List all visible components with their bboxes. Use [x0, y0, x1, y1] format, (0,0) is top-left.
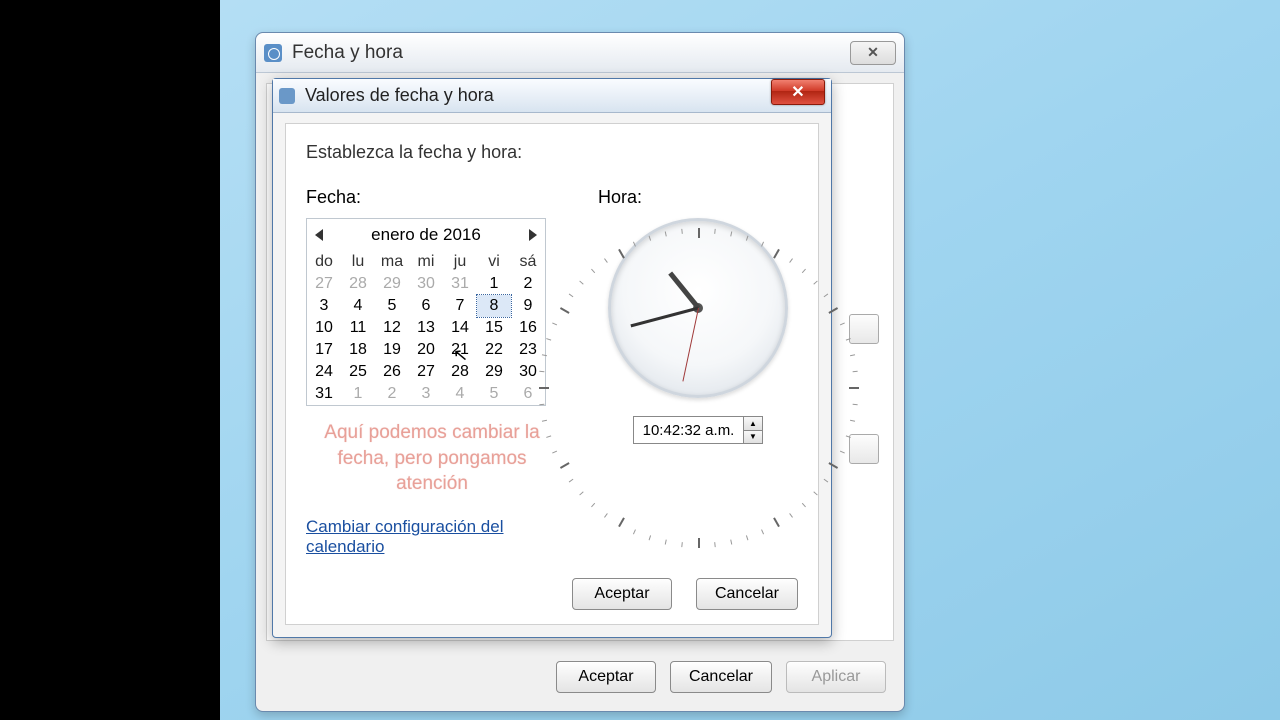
- calendar-day[interactable]: 2: [375, 383, 409, 405]
- ok-button[interactable]: Aceptar: [572, 578, 672, 610]
- calendar-settings-link[interactable]: Cambiar configuración del calendario: [306, 517, 558, 557]
- calendar-day[interactable]: 21: [443, 339, 477, 361]
- calendar-day[interactable]: 10: [307, 317, 341, 339]
- calendar-day[interactable]: 26: [375, 361, 409, 383]
- calendar-day[interactable]: 27: [409, 361, 443, 383]
- ok-button[interactable]: Aceptar: [556, 661, 656, 693]
- calendar-day[interactable]: 24: [307, 361, 341, 383]
- calendar-day[interactable]: 4: [443, 383, 477, 405]
- calendar-day[interactable]: 30: [511, 361, 545, 383]
- time-label: Hora:: [598, 187, 798, 208]
- weekday-header: sá: [511, 251, 545, 273]
- hour-hand: [668, 271, 700, 309]
- calendar-day[interactable]: 16: [511, 317, 545, 339]
- annotation-text: Aquí podemos cambiar la fecha, pero pong…: [306, 420, 558, 497]
- letterbox-strip: [0, 0, 220, 720]
- child-body: Establezca la fecha y hora: Fecha: enero…: [285, 123, 819, 625]
- month-label[interactable]: enero de 2016: [371, 225, 481, 245]
- calendar-day[interactable]: 6: [409, 295, 443, 317]
- calendar-day[interactable]: 25: [341, 361, 375, 383]
- weekday-header: ju: [443, 251, 477, 273]
- clock-icon: [264, 44, 282, 62]
- calendar-day[interactable]: 3: [307, 295, 341, 317]
- calendar-day[interactable]: 28: [443, 361, 477, 383]
- calendar: enero de 2016 dolumamijuvisá 27282930311…: [306, 218, 546, 406]
- calendar-day[interactable]: 4: [341, 295, 375, 317]
- clock-icon: [279, 88, 295, 104]
- calendar-day[interactable]: 11: [341, 317, 375, 339]
- calendar-day[interactable]: 28: [341, 273, 375, 295]
- prev-month-button[interactable]: [315, 229, 323, 241]
- calendar-day[interactable]: 29: [375, 273, 409, 295]
- side-button-1[interactable]: [849, 314, 879, 344]
- calendar-day[interactable]: 17: [307, 339, 341, 361]
- weekday-header: vi: [477, 251, 511, 273]
- apply-button[interactable]: Aplicar: [786, 661, 886, 693]
- weekday-header: mi: [409, 251, 443, 273]
- second-hand: [682, 308, 699, 382]
- analog-clock: [608, 218, 788, 398]
- calendar-day[interactable]: 7: [443, 295, 477, 317]
- calendar-day[interactable]: 23: [511, 339, 545, 361]
- close-button[interactable]: ✕: [850, 41, 896, 65]
- calendar-day[interactable]: 27: [307, 273, 341, 295]
- calendar-day[interactable]: 13: [409, 317, 443, 339]
- time-input[interactable]: [633, 416, 743, 444]
- calendar-day[interactable]: 14: [443, 317, 477, 339]
- cancel-button[interactable]: Cancelar: [670, 661, 772, 693]
- calendar-day[interactable]: 1: [477, 273, 511, 295]
- calendar-day[interactable]: 29: [477, 361, 511, 383]
- calendar-day[interactable]: 18: [341, 339, 375, 361]
- parent-titlebar: Fecha y hora ✕: [256, 33, 904, 73]
- next-month-button[interactable]: [529, 229, 537, 241]
- calendar-day[interactable]: 20: [409, 339, 443, 361]
- date-label: Fecha:: [306, 187, 558, 208]
- weekday-header: ma: [375, 251, 409, 273]
- minute-hand: [630, 307, 698, 328]
- calendar-day[interactable]: 30: [409, 273, 443, 295]
- spinner-up[interactable]: ▲: [744, 417, 762, 431]
- time-spinner[interactable]: ▲ ▼: [743, 416, 763, 444]
- calendar-day[interactable]: 19: [375, 339, 409, 361]
- calendar-day[interactable]: 8: [477, 295, 511, 317]
- calendar-day[interactable]: 5: [375, 295, 409, 317]
- weekday-header: lu: [341, 251, 375, 273]
- calendar-day[interactable]: 15: [477, 317, 511, 339]
- parent-title: Fecha y hora: [292, 42, 403, 64]
- calendar-day[interactable]: 5: [477, 383, 511, 405]
- calendar-day[interactable]: 31: [443, 273, 477, 295]
- close-button[interactable]: ✕: [771, 79, 825, 105]
- instruction-text: Establezca la fecha y hora:: [306, 142, 798, 163]
- side-button-2[interactable]: [849, 434, 879, 464]
- child-titlebar: Valores de fecha y hora ✕: [273, 79, 831, 113]
- calendar-grid: dolumamijuvisá 2728293031123456789101112…: [307, 251, 545, 405]
- calendar-day[interactable]: 31: [307, 383, 341, 405]
- spinner-down[interactable]: ▼: [744, 431, 762, 444]
- calendar-day[interactable]: 1: [341, 383, 375, 405]
- calendar-day[interactable]: 12: [375, 317, 409, 339]
- weekday-header: do: [307, 251, 341, 273]
- calendar-day[interactable]: 22: [477, 339, 511, 361]
- cancel-button[interactable]: Cancelar: [696, 578, 798, 610]
- calendar-day[interactable]: 2: [511, 273, 545, 295]
- calendar-day[interactable]: 3: [409, 383, 443, 405]
- child-title: Valores de fecha y hora: [305, 85, 494, 106]
- calendar-day[interactable]: 9: [511, 295, 545, 317]
- date-time-values-dialog: Valores de fecha y hora ✕ Establezca la …: [272, 78, 832, 638]
